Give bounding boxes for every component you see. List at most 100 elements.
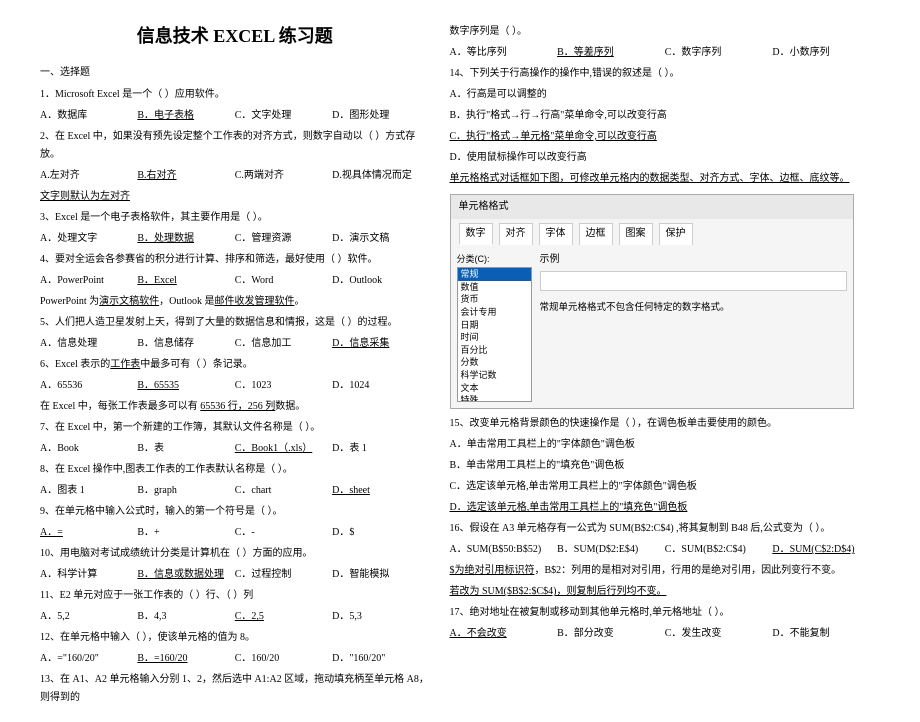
category-list[interactable]: 常规 数值 货币 会计专用 日期 时间 百分比 分数 科学记数 文本 特殊 自定… <box>457 267 532 402</box>
opt-c: C．发生改变 <box>665 625 773 643</box>
opt-c: C．2,5 <box>235 608 332 626</box>
opt-b: B．信息储存 <box>137 335 234 353</box>
opt-b: B．等差序列 <box>557 44 665 62</box>
opt-c: C．管理资源 <box>235 230 332 248</box>
opt-a: A．="160/20" <box>40 650 137 668</box>
options-11: A．5,2 B．4,3 C．2,5 D．5,3 <box>40 608 430 626</box>
question-15: 15、改变单元格背景颜色的快速操作是（ ），在调色板单击要使用的颜色。 <box>450 415 881 433</box>
opt-15b: B．单击常用工具栏上的"填充色"调色板 <box>450 457 881 475</box>
question-10: 10、用电脑对考试成绩统计分类是计算机在（ ）方面的应用。 <box>40 545 430 563</box>
cat-currency[interactable]: 货币 <box>458 293 531 306</box>
dialog-title: 单元格格式 <box>451 195 854 219</box>
opt-a: A．处理文字 <box>40 230 137 248</box>
cat-percent[interactable]: 百分比 <box>458 344 531 357</box>
opt-d: D．演示文稿 <box>332 230 429 248</box>
tab-align[interactable]: 对齐 <box>499 223 533 245</box>
opt-a: A．信息处理 <box>40 335 137 353</box>
question-2: 2、在 Excel 中，如果没有预先设定整个工作表的对齐方式，则数字自动以（ ）… <box>40 128 430 164</box>
doc-title: 信息技术 EXCEL 练习题 <box>40 20 430 52</box>
options-4: A．PowerPoint B．Excel C．Word D．Outlook <box>40 272 430 290</box>
opt-c: C．160/20 <box>235 650 332 668</box>
opt-d: D．sheet <box>332 482 429 500</box>
opt-b: B．电子表格 <box>137 107 234 125</box>
opt-d: D．Outlook <box>332 272 429 290</box>
tab-protect[interactable]: 保护 <box>659 223 693 245</box>
cat-time[interactable]: 时间 <box>458 331 531 344</box>
opt-d: D．信息采集 <box>332 335 429 353</box>
opt-d: D.视具体情况而定 <box>332 167 429 185</box>
cat-scientific[interactable]: 科学记数 <box>458 369 531 382</box>
options-12: A．="160/20" B．=160/20 C．160/20 D．"160/20… <box>40 650 430 668</box>
opt-d: D．"160/20" <box>332 650 429 668</box>
opt-b: B．表 <box>137 440 234 458</box>
options-10: A．科学计算 B．信息或数据处理 C．过程控制 D．智能模拟 <box>40 566 430 584</box>
cat-special[interactable]: 特殊 <box>458 394 531 402</box>
question-11: 11、E2 单元对应于一张工作表的（ ）行、（ ）列 <box>40 587 430 605</box>
options-7: A．Book B．表 C．Book1（.xls） D．表 1 <box>40 440 430 458</box>
question-12: 12、在单元格中输入（ ），使该单元格的值为 8。 <box>40 629 430 647</box>
opt-d: D．1024 <box>332 377 429 395</box>
cat-date[interactable]: 日期 <box>458 319 531 332</box>
opt-c: C．1023 <box>235 377 332 395</box>
tab-pattern[interactable]: 图案 <box>619 223 653 245</box>
opt-a: A．65536 <box>40 377 137 395</box>
opt-d: D．不能复制 <box>772 625 880 643</box>
options-1: A．数据库 B．电子表格 C．文字处理 D．图形处理 <box>40 107 430 125</box>
tab-number[interactable]: 数字 <box>459 223 493 245</box>
opt-b: B．SUM(D$2:E$4) <box>557 541 665 559</box>
opt-b: B．65535 <box>137 377 234 395</box>
opt-a: A．Book <box>40 440 137 458</box>
opt-a: A．5,2 <box>40 608 137 626</box>
opt-c: C．过程控制 <box>235 566 332 584</box>
note-2: 文字则默认为左对齐 <box>40 188 430 206</box>
cat-accounting[interactable]: 会计专用 <box>458 306 531 319</box>
tab-border[interactable]: 边框 <box>579 223 613 245</box>
opt-b: B．处理数据 <box>137 230 234 248</box>
cat-fraction[interactable]: 分数 <box>458 356 531 369</box>
opt-c: C.两端对齐 <box>235 167 332 185</box>
opt-a: A.左对齐 <box>40 167 137 185</box>
question-17: 17、绝对地址在被复制或移动到其他单元格时,单元格地址（ ）。 <box>450 604 881 622</box>
question-5: 5、人们把人造卫星发射上天，得到了大量的数据信息和情报，这是（ ）的过程。 <box>40 314 430 332</box>
opt-15d: D．选定该单元格,单击常用工具栏上的"填充色"调色板 <box>450 499 881 517</box>
opt-14c: C．执行"格式→单元格"菜单命令,可以改变行高 <box>450 128 881 146</box>
opt-a: A．数据库 <box>40 107 137 125</box>
options-2: A.左对齐 B.右对齐 C.两端对齐 D.视具体情况而定 <box>40 167 430 185</box>
note-6: 在 Excel 中，每张工作表最多可以有 65536 行，256 列数据。 <box>40 398 430 416</box>
note-4: PowerPoint 为演示文稿软件，Outlook 是邮件收发管理软件。 <box>40 293 430 311</box>
cat-text[interactable]: 文本 <box>458 382 531 395</box>
opt-b: B．graph <box>137 482 234 500</box>
question-7: 7、在 Excel 中，第一个新建的工作簿，其默认文件名称是（ ）。 <box>40 419 430 437</box>
opt-a: A．图表 1 <box>40 482 137 500</box>
opt-d: D．表 1 <box>332 440 429 458</box>
opt-c: C．SUM(B$2:C$4) <box>665 541 773 559</box>
cat-number[interactable]: 数值 <box>458 281 531 294</box>
question-4: 4、要对全运会各参赛省的积分进行计算、排序和筛选，最好使用（ ）软件。 <box>40 251 430 269</box>
opt-a: A．等比序列 <box>450 44 558 62</box>
question-9: 9、在单元格中输入公式时，输入的第一个符号是（ ）。 <box>40 503 430 521</box>
sample-box <box>540 271 848 291</box>
opt-a: A．PowerPoint <box>40 272 137 290</box>
opt-14b: B．执行"格式→行→行高"菜单命令,可以改变行高 <box>450 107 881 125</box>
opt-15a: A．单击常用工具栏上的"字体颜色"调色板 <box>450 436 881 454</box>
options-13: A．等比序列 B．等差序列 C．数字序列 D．小数序列 <box>450 44 881 62</box>
opt-d: D．SUM(C$2:D$4) <box>772 541 880 559</box>
tab-font[interactable]: 字体 <box>539 223 573 245</box>
opt-14d: D．使用鼠标操作可以改变行高 <box>450 149 881 167</box>
question-13: 13、在 A1、A2 单元格输入分别 1、2，然后选中 A1:A2 区域，拖动填… <box>40 671 430 707</box>
category-label: 分类(C): <box>457 251 532 267</box>
options-9: A．= B．+ C．- D．$ <box>40 524 430 542</box>
question-8: 8、在 Excel 操作中,图表工作表的工作表默认名称是（ ）。 <box>40 461 430 479</box>
cat-general[interactable]: 常规 <box>458 268 531 281</box>
opt-d: D．智能模拟 <box>332 566 429 584</box>
opt-a: A．= <box>40 524 137 542</box>
opt-b: B．部分改变 <box>557 625 665 643</box>
options-8: A．图表 1 B．graph C．chart D．sheet <box>40 482 430 500</box>
sample-label: 示例 <box>540 251 848 269</box>
opt-b: B.右对齐 <box>137 167 234 185</box>
opt-a: A．科学计算 <box>40 566 137 584</box>
opt-c: C．Word <box>235 272 332 290</box>
opt-a: A．SUM(B$50:B$52) <box>450 541 558 559</box>
section-heading: 一、选择题 <box>40 64 430 82</box>
options-5: A．信息处理 B．信息储存 C．信息加工 D．信息采集 <box>40 335 430 353</box>
